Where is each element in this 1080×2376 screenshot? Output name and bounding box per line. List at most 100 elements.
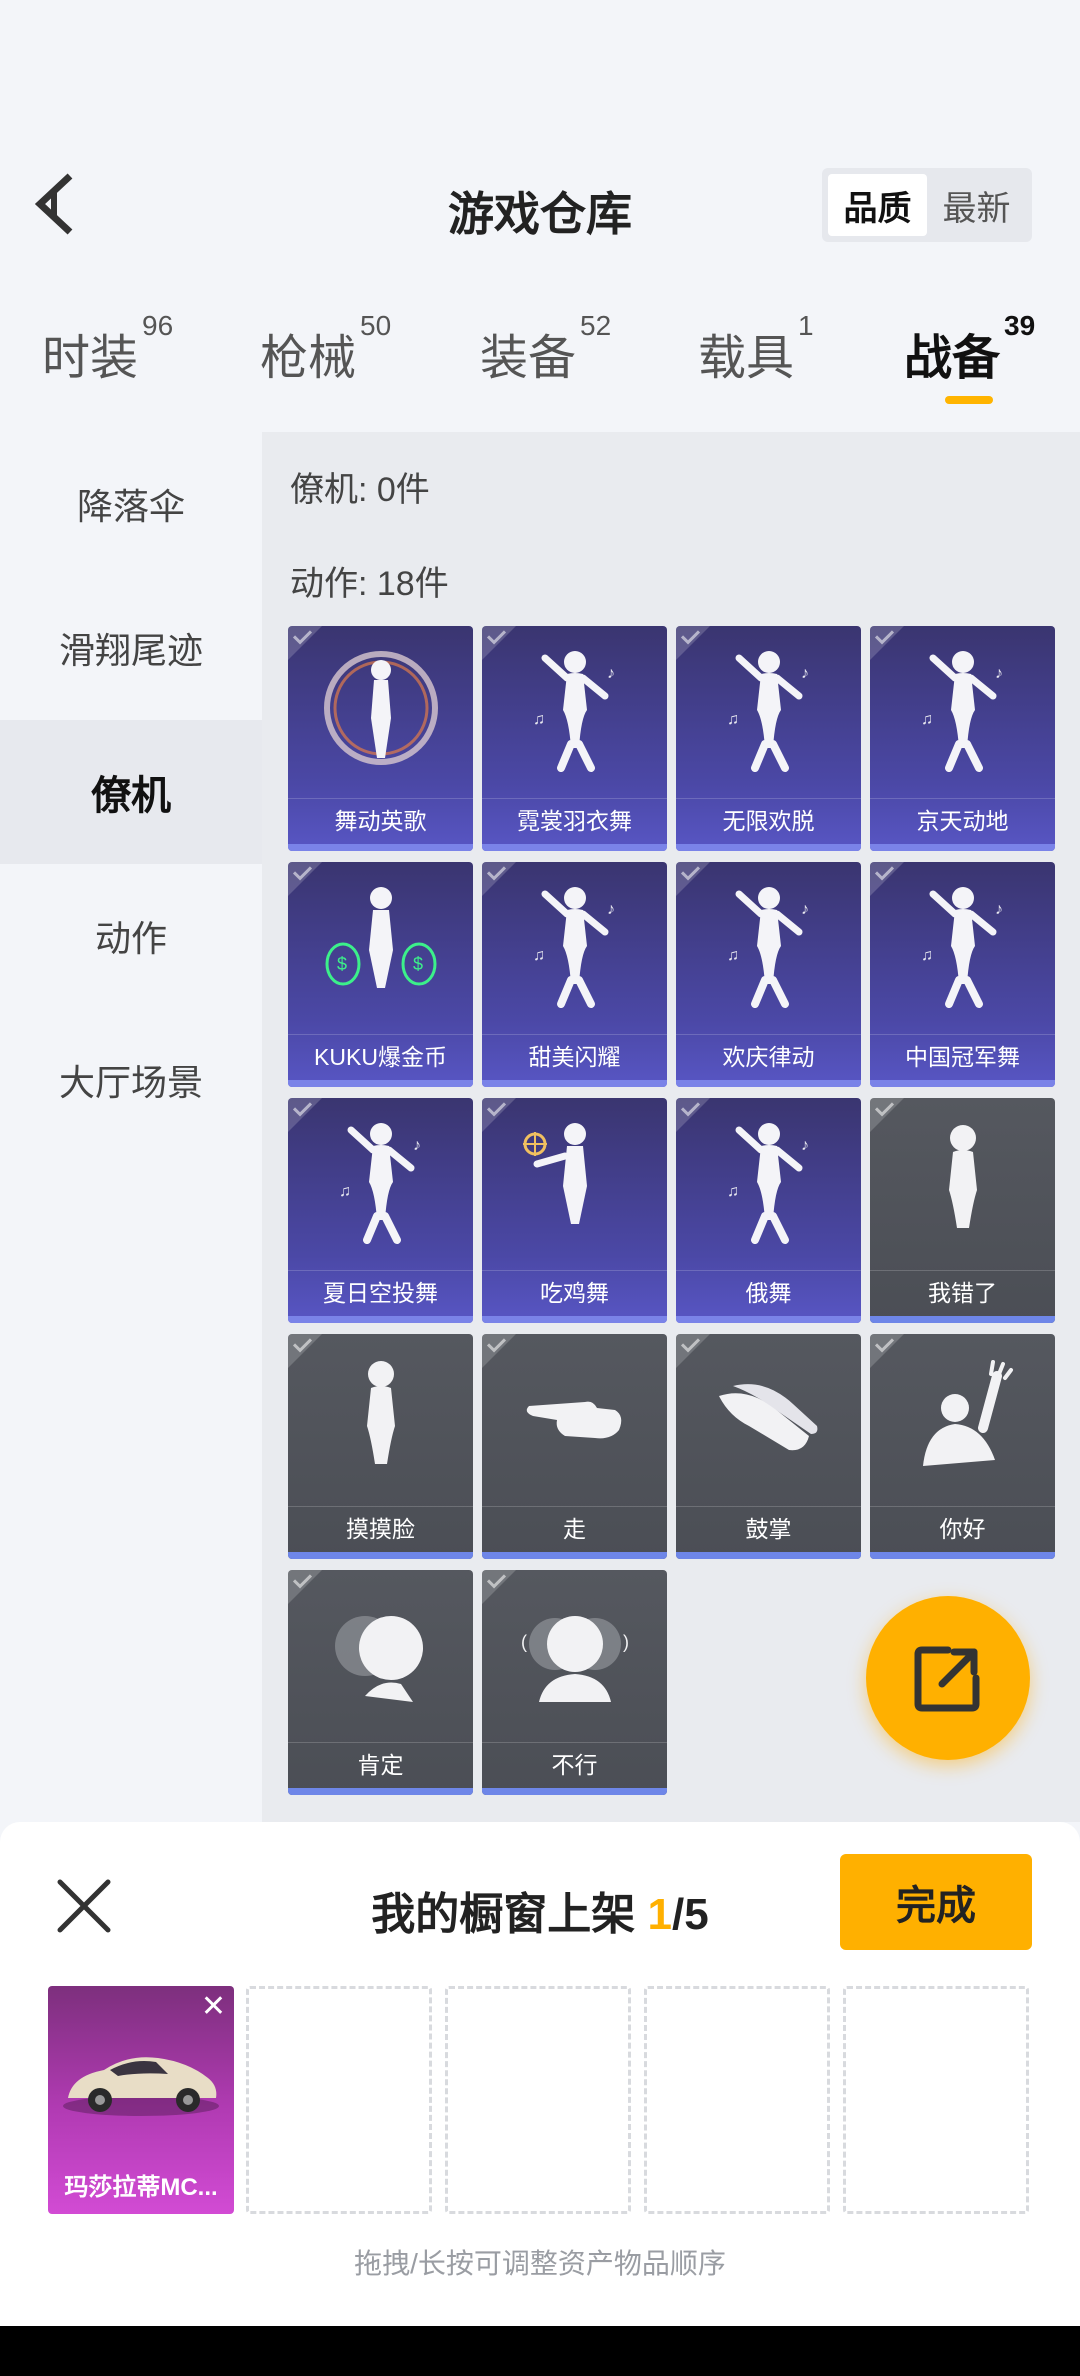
tab-equipment[interactable]: 装备52: [480, 310, 611, 388]
showcase-slot-2[interactable]: [246, 1986, 432, 2214]
svg-text:♪: ♪: [801, 901, 809, 918]
reorder-hint: 拖拽/长按可调整资产物品顺序: [354, 2248, 726, 2279]
tab-label: 载具: [698, 332, 795, 385]
tab-label: 时装: [42, 332, 139, 385]
dancer-icon: ♪♫: [339, 1123, 421, 1244]
showcase-slot-4[interactable]: [644, 1986, 830, 2214]
system-navigation-bar: [0, 2326, 1080, 2376]
dancer-icon: ♪♫: [727, 887, 809, 1008]
emote-card[interactable]: 你好: [870, 1334, 1055, 1559]
tab-count: 96: [142, 310, 174, 341]
rarity-bar: [288, 1316, 473, 1323]
check-icon: [482, 862, 516, 896]
emote-card[interactable]: ♪ ♫ 霓裳羽衣舞: [482, 626, 667, 851]
sidebar-item-glide-trail[interactable]: 滑翔尾迹: [0, 576, 262, 720]
share-icon: [914, 1646, 980, 1712]
svg-text:♫: ♫: [533, 947, 545, 964]
rarity-bar: [676, 844, 861, 851]
wingman-count: 僚机: 0件: [290, 471, 430, 509]
sort-quality-button[interactable]: 品质: [828, 174, 927, 236]
sidebar-item-wingman[interactable]: 僚机: [0, 720, 262, 864]
rarity-bar: [482, 844, 667, 851]
emote-name: 夏日空投舞: [288, 1270, 473, 1316]
sort-newest-button[interactable]: 最新: [927, 174, 1026, 236]
showcase-slots: ✕ 玛莎拉蒂MC...: [48, 1986, 1032, 2214]
emote-card[interactable]: 走: [482, 1334, 667, 1559]
rarity-bar: [870, 1080, 1055, 1087]
dancer-bubble-icon: [323, 651, 438, 765]
rarity-bar: [676, 1080, 861, 1087]
emote-name: 我错了: [870, 1270, 1055, 1316]
svg-text:♫: ♫: [533, 711, 545, 728]
tab-count: 52: [580, 310, 612, 341]
rarity-bar: [676, 1552, 861, 1559]
check-icon: [288, 1570, 322, 1604]
rarity-bar: [288, 1552, 473, 1559]
emote-name: 甜美闪耀: [482, 1034, 667, 1080]
emote-card[interactable]: 我错了: [870, 1098, 1055, 1323]
emote-name: 无限欢脱: [676, 798, 861, 844]
showcase-slot-1[interactable]: ✕ 玛莎拉蒂MC...: [48, 1986, 234, 2214]
rarity-bar: [482, 1788, 667, 1795]
emote-card[interactable]: 肯定: [288, 1570, 473, 1795]
rarity-bar: [870, 1316, 1055, 1323]
remove-item-icon[interactable]: ✕: [201, 1992, 226, 2022]
emote-card[interactable]: ♪ ♫ 甜美闪耀: [482, 862, 667, 1087]
showcase-slot-5[interactable]: [843, 1986, 1029, 2214]
tab-battle-gear[interactable]: 战备39: [904, 310, 1035, 388]
showcase-slot-3[interactable]: [445, 1986, 631, 2214]
emote-card[interactable]: 摸摸脸: [288, 1334, 473, 1559]
tab-label: 装备: [480, 332, 577, 385]
emote-name: 鼓掌: [676, 1506, 861, 1552]
svg-text:$: $: [337, 954, 347, 974]
done-button[interactable]: 完成: [840, 1854, 1032, 1950]
svg-text:♪: ♪: [995, 665, 1003, 682]
sort-toggle: 品质 最新: [822, 168, 1032, 242]
emote-card[interactable]: 鼓掌: [676, 1334, 861, 1559]
sidebar-item-lobby-scene[interactable]: 大厅场景: [0, 1008, 262, 1152]
rarity-bar: [482, 1316, 667, 1323]
emote-card[interactable]: $ $ KUKU爆金币: [288, 862, 473, 1087]
close-panel-button[interactable]: [54, 1876, 114, 1936]
emote-card[interactable]: 舞动英歌: [288, 626, 473, 851]
sidebar-item-parachute[interactable]: 降落伞: [0, 432, 262, 576]
emote-card[interactable]: ♪ ♫ 俄舞: [676, 1098, 861, 1323]
emote-name: 欢庆律动: [676, 1034, 861, 1080]
check-icon: [288, 626, 322, 660]
check-icon: [676, 1098, 710, 1132]
dancer-icon: ♪♫: [533, 887, 615, 1008]
share-button[interactable]: [866, 1596, 1030, 1760]
svg-text:♪: ♪: [801, 665, 809, 682]
tab-count: 50: [360, 310, 392, 341]
emote-card[interactable]: 吃鸡舞: [482, 1098, 667, 1323]
close-icon: [57, 1879, 111, 1933]
check-icon: [870, 626, 904, 660]
emote-name: 霓裳羽衣舞: [482, 798, 667, 844]
sports-car-icon: [63, 2057, 219, 2116]
emote-name: 中国冠军舞: [870, 1034, 1055, 1080]
check-icon: [288, 862, 322, 896]
rarity-bar: [676, 1316, 861, 1323]
chevron-left-icon: [34, 173, 73, 235]
svg-text:$: $: [413, 954, 423, 974]
svg-text:♫: ♫: [339, 1183, 351, 1200]
back-button[interactable]: [30, 168, 86, 240]
tab-weapons[interactable]: 枪械50: [260, 310, 391, 388]
tab-label: 枪械: [260, 332, 357, 385]
emote-card[interactable]: ♪ ♫ 京天动地: [870, 626, 1055, 851]
sidebar-item-emotes[interactable]: 动作: [0, 864, 262, 1008]
emote-card[interactable]: ♪ ♫ 夏日空投舞: [288, 1098, 473, 1323]
emote-card[interactable]: ♪ ♫ 中国冠军舞: [870, 862, 1055, 1087]
tab-label: 战备: [904, 332, 1001, 385]
pointing-hand-icon: [526, 1401, 621, 1439]
svg-text:♫: ♫: [727, 1183, 739, 1200]
emote-card[interactable]: ♪ ♫ 欢庆律动: [676, 862, 861, 1087]
tab-fashion[interactable]: 时装96: [42, 310, 173, 388]
svg-text:♪: ♪: [607, 665, 615, 682]
rarity-bar: [288, 1788, 473, 1795]
emote-card[interactable]: () 不行: [482, 1570, 667, 1795]
check-icon: [482, 1098, 516, 1132]
emote-card[interactable]: ♪ ♫ 无限欢脱: [676, 626, 861, 851]
tab-vehicles[interactable]: 载具1: [698, 310, 814, 388]
svg-text:♪: ♪: [995, 901, 1003, 918]
